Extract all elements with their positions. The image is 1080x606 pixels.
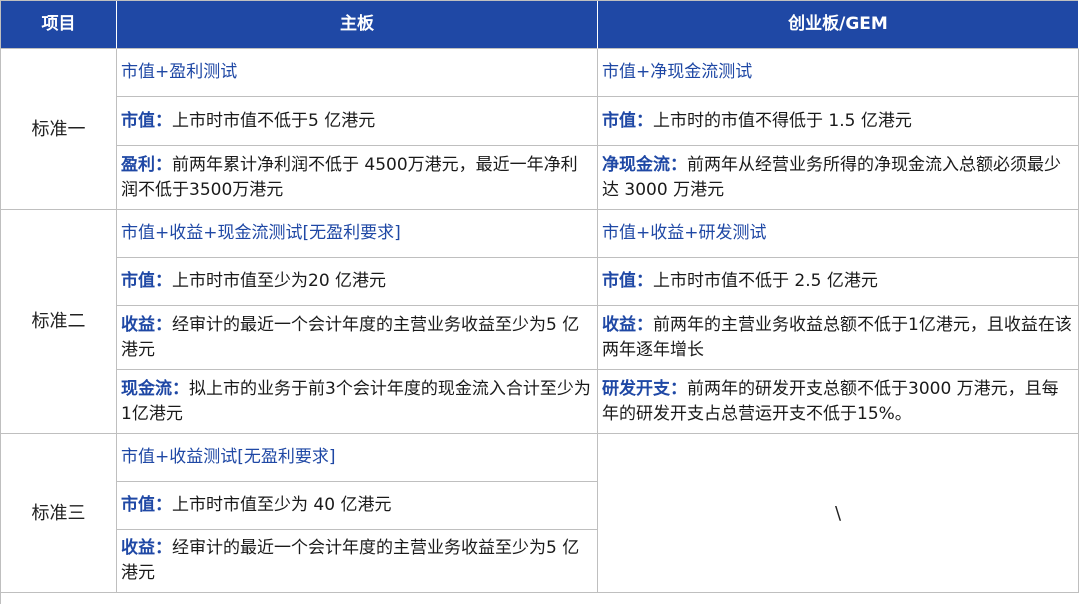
standard-3-gem-empty: \ <box>598 434 1079 593</box>
standard-1-main-row-1-text: 市值：上市时市值不低于5 亿港元 <box>121 109 375 134</box>
criterion-key: 市值： <box>121 495 172 515</box>
standard-2-main-row-1-text: 市值：上市时市值至少为20 亿港元 <box>121 269 386 294</box>
criterion-text: 前两年累计净利润不低于 4500万港元，最近一年净利润不低于3500万港元 <box>121 154 578 200</box>
standard-1-main-row-1: 市值：上市时市值不低于5 亿港元 <box>117 97 598 146</box>
standard-3-label-text: 标准三 <box>31 502 86 524</box>
criterion-text: 上市时市值至少为20 亿港元 <box>172 271 387 291</box>
criterion-text: 经审计的最近一个会计年度的主营业务收益至少为5 亿港元 <box>121 314 580 360</box>
criterion-key: 收益： <box>121 538 172 558</box>
standard-2-gem-test: 市值+收益+研发测试 <box>598 210 1079 258</box>
standard-2-main-row-1: 市值：上市时市值至少为20 亿港元 <box>117 258 598 306</box>
standard-1-main-test: 市值+盈利测试 <box>117 49 598 97</box>
standard-1-main-row-2-text: 盈利：前两年累计净利润不低于 4500万港元，最近一年净利润不低于3500万港元 <box>121 153 593 203</box>
criterion-text: 上市时市值不低于5 亿港元 <box>172 110 376 131</box>
standard-3-main-row-1: 市值：上市时市值至少为 40 亿港元 <box>117 482 598 530</box>
header-item: 项目 <box>1 1 117 49</box>
standard-3-main-test-text: 市值+收益测试[无盈利要求] <box>121 447 336 467</box>
standard-2-main-row-3: 现金流：拟上市的业务于前3个会计年度的现金流入合计至少为1亿港元 <box>117 370 598 434</box>
header-main-board: 主板 <box>117 1 598 49</box>
standard-2-gem-row-2-text: 收益：前两年的主营业务收益总额不低于1亿港元，且收益在该两年逐年增长 <box>602 313 1074 363</box>
standard-2-gem-row-2: 收益：前两年的主营业务收益总额不低于1亿港元，且收益在该两年逐年增长 <box>598 306 1079 370</box>
criterion-text: 上市时市值至少为 40 亿港元 <box>172 495 392 515</box>
standard-2-gem-row-3: 研发开支：前两年的研发开支总额不低于3000 万港元，且每年的研发开支占总营运开… <box>598 370 1079 434</box>
standard-3-main-row-2-text: 收益：经审计的最近一个会计年度的主营业务收益至少为5 亿港元 <box>121 536 593 586</box>
standard-2-main-row-2: 收益：经审计的最近一个会计年度的主营业务收益至少为5 亿港元 <box>117 306 598 370</box>
standard-2-gem-row-1: 市值：上市时市值不低于 2.5 亿港元 <box>598 258 1079 306</box>
header-gem-label: 创业板/GEM <box>788 14 888 34</box>
criterion-text: 上市时的市值不得低于 1.5 亿港元 <box>653 110 912 131</box>
standard-1-main-test-text: 市值+盈利测试 <box>121 62 238 82</box>
standard-2-label: 标准二 <box>1 210 117 434</box>
criterion-text: 前两年的主营业务收益总额不低于1亿港元，且收益在该两年逐年增长 <box>602 314 1072 360</box>
listing-requirements-table: 项目 主板 创业板/GEM 标准一 市值+盈利测试 市值：上市时市值不低于5 亿… <box>0 0 1079 604</box>
criterion-key: 现金流： <box>121 378 189 399</box>
standard-3-label: 标准三 <box>1 434 117 593</box>
standard-1-label: 标准一 <box>1 49 117 210</box>
standard-1-gem-test-text: 市值+净现金流测试 <box>602 62 753 82</box>
standard-1-label-text: 标准一 <box>31 118 86 140</box>
criterion-key: 收益： <box>121 314 172 335</box>
criterion-key: 净现金流： <box>602 154 687 175</box>
standard-1-gem-row-1-text: 市值：上市时的市值不得低于 1.5 亿港元 <box>602 109 912 134</box>
standard-1-gem-test: 市值+净现金流测试 <box>598 49 1079 97</box>
standard-3-main-test: 市值+收益测试[无盈利要求] <box>117 434 598 482</box>
standard-2-main-test-text: 市值+收益+现金流测试[无盈利要求] <box>121 223 401 243</box>
header-item-label: 项目 <box>41 14 76 34</box>
standard-1-gem-row-1: 市值：上市时的市值不得低于 1.5 亿港元 <box>598 97 1079 146</box>
standard-1-gem-row-2: 净现金流：前两年从经营业务所得的净现金流入总额必须最少达 3000 万港元 <box>598 146 1079 210</box>
header-main-board-label: 主板 <box>340 14 374 34</box>
standard-2-gem-test-text: 市值+收益+研发测试 <box>602 223 767 243</box>
criterion-key: 市值： <box>602 110 653 131</box>
criterion-key: 收益： <box>602 314 653 335</box>
standard-2-main-row-3-text: 现金流：拟上市的业务于前3个会计年度的现金流入合计至少为1亿港元 <box>121 377 593 427</box>
criterion-text: 上市时市值不低于 2.5 亿港元 <box>653 271 878 291</box>
standard-2-gem-row-1-text: 市值：上市时市值不低于 2.5 亿港元 <box>602 269 878 294</box>
standard-2-gem-row-3-text: 研发开支：前两年的研发开支总额不低于3000 万港元，且每年的研发开支占总营运开… <box>602 377 1074 427</box>
criterion-key: 市值： <box>121 110 172 131</box>
standard-3-main-row-2: 收益：经审计的最近一个会计年度的主营业务收益至少为5 亿港元 <box>117 530 598 593</box>
criterion-text: 拟上市的业务于前3个会计年度的现金流入合计至少为1亿港元 <box>121 378 591 424</box>
not-applicable-mark: \ <box>834 502 842 524</box>
standard-1-main-row-2: 盈利：前两年累计净利润不低于 4500万港元，最近一年净利润不低于3500万港元 <box>117 146 598 210</box>
criterion-key: 市值： <box>121 271 172 291</box>
standard-2-main-test: 市值+收益+现金流测试[无盈利要求] <box>117 210 598 258</box>
standard-2-label-text: 标准二 <box>31 311 86 332</box>
criterion-key: 市值： <box>602 271 653 291</box>
criterion-key: 盈利： <box>121 154 172 175</box>
standard-2-main-row-2-text: 收益：经审计的最近一个会计年度的主营业务收益至少为5 亿港元 <box>121 313 593 363</box>
criterion-key: 研发开支： <box>602 378 687 399</box>
header-gem: 创业板/GEM <box>598 1 1079 49</box>
criterion-text: 经审计的最近一个会计年度的主营业务收益至少为5 亿港元 <box>121 538 580 583</box>
standard-1-gem-row-2-text: 净现金流：前两年从经营业务所得的净现金流入总额必须最少达 3000 万港元 <box>602 153 1074 203</box>
standard-3-main-row-1-text: 市值：上市时市值至少为 40 亿港元 <box>121 493 391 518</box>
